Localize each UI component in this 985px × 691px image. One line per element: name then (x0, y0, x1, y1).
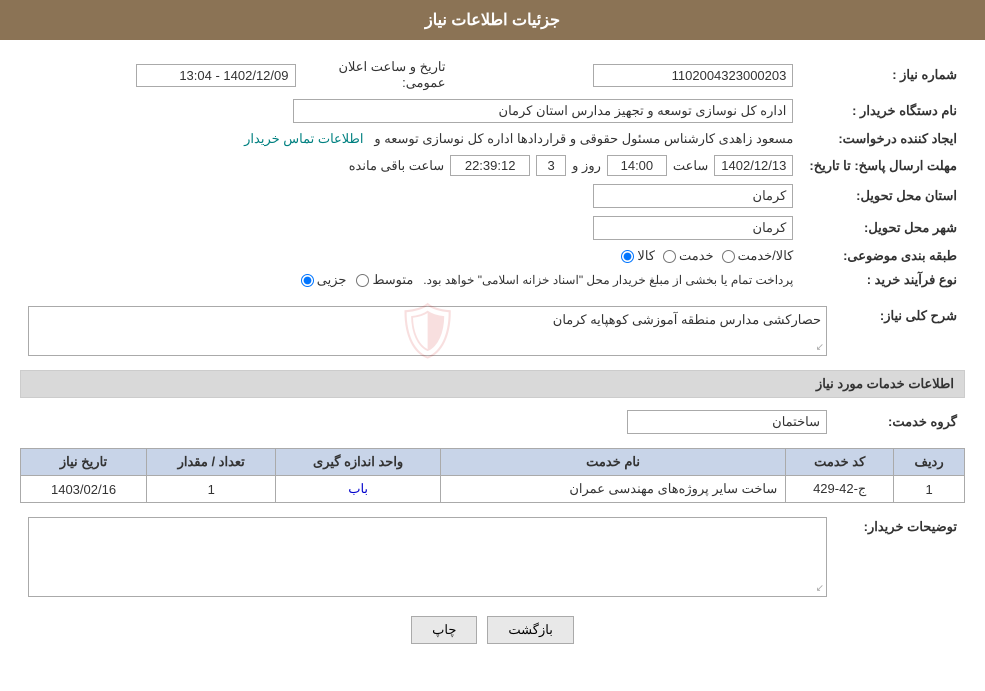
ijad-konande-value: مسعود زاهدی کارشناس مسئول حقوقی و قراردا… (20, 127, 801, 151)
main-content: شماره نیاز : 1102004323000203 تاریخ و سا… (0, 40, 985, 674)
radio-kala-label: کالا (637, 248, 655, 264)
table-row: 1 ج-42-429 ساخت سایر پروژه‌های مهندسی عم… (21, 476, 965, 503)
tabaqe-radio-group: کالا/خدمت خدمت کالا (621, 248, 793, 264)
radio-kala-khedmat-label: کالا/خدمت (738, 248, 794, 264)
radio-kala-input[interactable] (621, 250, 634, 263)
cell-code: ج-42-429 (786, 476, 894, 503)
grohe-input: ساختمان (627, 410, 827, 434)
radio-mottavasset: متوسط (356, 272, 413, 288)
sharh-table: شرح کلی نیاز: 🛡 حصارکشی مدارس منطقه آموز… (20, 302, 965, 360)
cell-count: 1 (147, 476, 276, 503)
nam-dastgah-value: اداره کل نوسازی توسعه و تجهیز مدارس استا… (20, 95, 801, 127)
col-radif: ردیف (894, 449, 965, 476)
radio-mottavasset-input[interactable] (356, 274, 369, 287)
resize-handle: ↙ (816, 342, 824, 353)
col-name: نام خدمت (440, 449, 785, 476)
sharh-value-cell: 🛡 حصارکشی مدارس منطقه آموزشی کوهپایه کرم… (20, 302, 835, 360)
shahr-input: کرمان (593, 216, 793, 240)
baghi-value: 22:39:12 (450, 155, 530, 176)
tosihaat-label: توضیحات خریدار: (835, 513, 965, 601)
radio-kala-khedmat-input[interactable] (722, 250, 735, 263)
tarikh-elan-value: 1402/12/09 - 13:04 (20, 55, 304, 95)
ostan-value: کرمان (20, 180, 801, 212)
col-unit: واحد اندازه گیری (276, 449, 441, 476)
sharh-text: حصارکشی مدارس منطقه آموزشی کوهپایه کرمان (553, 312, 821, 327)
radio-jozii: جزیی (301, 272, 347, 288)
resize-handle-2: ↙ (816, 583, 824, 594)
mohlat-label: مهلت ارسال پاسخ: تا تاریخ: (801, 151, 965, 180)
shahr-label: شهر محل تحویل: (801, 212, 965, 244)
radio-jozii-label: جزیی (317, 272, 347, 288)
ijad-konande-label: ایجاد کننده درخواست: (801, 127, 965, 151)
roz-value: 3 (536, 155, 566, 176)
back-button[interactable]: بازگشت (487, 616, 573, 644)
radio-khedmat-input[interactable] (663, 250, 676, 263)
mohlat-row: 1402/12/13 ساعت 14:00 روز و 3 22:39:12 س… (20, 151, 801, 180)
shomara-label: شماره نیاز : (801, 55, 965, 95)
nam-dastgah-input: اداره کل نوسازی توسعه و تجهیز مدارس استا… (293, 99, 793, 123)
ijad-konande-text: مسعود زاهدی کارشناس مسئول حقوقی و قراردا… (374, 131, 793, 146)
sharh-label: شرح کلی نیاز: (835, 302, 965, 360)
saat-value: 14:00 (607, 155, 667, 176)
shahr-value: کرمان (20, 212, 801, 244)
tarikh-elan-input: 1402/12/09 - 13:04 (136, 64, 296, 87)
shomara-value: 1102004323000203 (454, 55, 802, 95)
tosihaat-box: ↙ (28, 517, 827, 597)
ostan-input: کرمان (593, 184, 793, 208)
col-date: تاریخ نیاز (21, 449, 147, 476)
page-wrapper: جزئیات اطلاعات نیاز شماره نیاز : 1102004… (0, 0, 985, 691)
col-count: تعداد / مقدار (147, 449, 276, 476)
services-section-title: اطلاعات خدمات مورد نیاز (20, 370, 965, 398)
sharh-box: 🛡 حصارکشی مدارس منطقه آموزشی کوهپایه کرم… (28, 306, 827, 356)
cell-unit: باب (276, 476, 441, 503)
shomara-input: 1102004323000203 (593, 64, 793, 87)
header-title: جزئیات اطلاعات نیاز (425, 12, 560, 29)
cell-radif: 1 (894, 476, 965, 503)
saat-label: ساعت (673, 158, 708, 174)
grohe-table: گروه خدمت: ساختمان (20, 406, 965, 438)
grohe-label: گروه خدمت: (835, 406, 965, 438)
radio-mottavasset-label: متوسط (372, 272, 413, 288)
print-button[interactable]: چاپ (411, 616, 477, 644)
cell-name: ساخت سایر پروژه‌های مهندسی عمران (440, 476, 785, 503)
radio-jozii-input[interactable] (301, 274, 314, 287)
radio-kala: کالا (621, 248, 655, 264)
noe-farayand-label: نوع فرآیند خرید : (801, 268, 965, 292)
tosihaat-value-cell: ↙ (20, 513, 835, 601)
ostan-label: استان محل تحویل: (801, 180, 965, 212)
cell-date: 1403/02/16 (21, 476, 147, 503)
date-value: 1402/12/13 (714, 155, 793, 176)
grohe-value-cell: ساختمان (20, 406, 835, 438)
services-grid: ردیف کد خدمت نام خدمت واحد اندازه گیری ت… (20, 448, 965, 503)
button-row: بازگشت چاپ (20, 616, 965, 644)
radio-khedmat: خدمت (663, 248, 714, 264)
tarikh-elan-label: تاریخ و ساعت اعلان عمومی: (304, 55, 454, 95)
page-header: جزئیات اطلاعات نیاز (0, 0, 985, 40)
baghi-label: ساعت باقی مانده (349, 158, 444, 174)
nam-dastgah-label: نام دستگاه خریدار : (801, 95, 965, 127)
noe-farayand-row: پرداخت تمام یا بخشی از مبلغ خریدار محل "… (20, 268, 801, 292)
tosihaat-table: توضیحات خریدار: ↙ (20, 513, 965, 601)
info-table: شماره نیاز : 1102004323000203 تاریخ و سا… (20, 55, 965, 292)
roz-label: روز و (572, 158, 601, 174)
radio-khedmat-label: خدمت (679, 248, 714, 264)
col-code: کد خدمت (786, 449, 894, 476)
tabaqe-label: طبقه بندی موضوعی: (801, 244, 965, 268)
tabaqe-row: کالا/خدمت خدمت کالا (20, 244, 801, 268)
notice-text: پرداخت تمام یا بخشی از مبلغ خریدار محل "… (423, 273, 793, 287)
radio-kala-khedmat: کالا/خدمت (722, 248, 794, 264)
ijad-konande-link[interactable]: اطلاعات تماس خریدار (244, 131, 363, 146)
